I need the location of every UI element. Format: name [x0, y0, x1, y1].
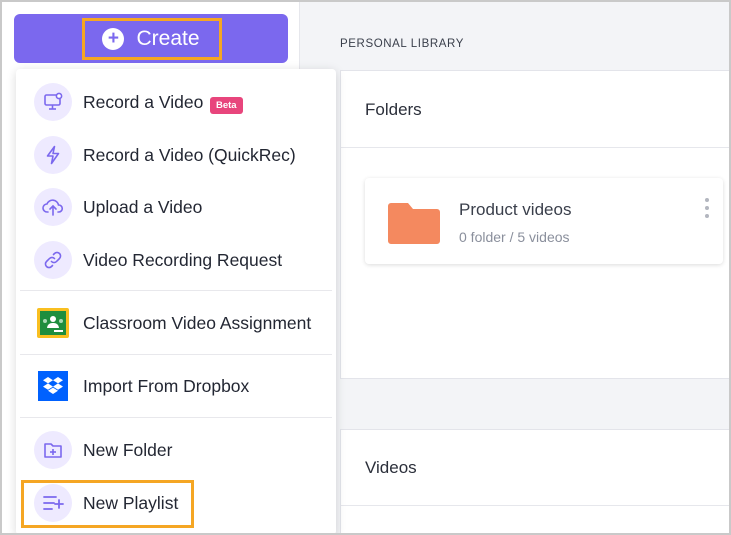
menu-item-video-recording-request[interactable]: Video Recording Request — [16, 234, 336, 286]
menu-item-label: Record a Video (QuickRec) — [83, 144, 296, 165]
menu-item-new-playlist[interactable]: New Playlist — [16, 477, 336, 529]
menu-item-import-dropbox[interactable]: Import From Dropbox — [16, 360, 336, 412]
create-button[interactable]: + Create — [14, 14, 288, 63]
panel-divider — [341, 505, 729, 506]
plus-circle-icon: + — [102, 27, 125, 50]
google-classroom-icon — [37, 308, 69, 338]
menu-divider — [20, 354, 332, 355]
menu-item-new-folder[interactable]: New Folder — [16, 424, 336, 476]
menu-item-label: Upload a Video — [83, 196, 203, 217]
folder-icon — [387, 201, 441, 245]
folder-plus-icon — [34, 431, 72, 469]
menu-item-label: New Folder — [83, 439, 173, 460]
page-title: PERSONAL LIBRARY — [340, 38, 465, 50]
beta-badge: Beta — [210, 97, 243, 114]
videos-heading: Videos — [365, 458, 417, 477]
menu-item-label: Classroom Video Assignment — [83, 312, 312, 333]
menu-divider — [20, 417, 332, 418]
menu-item-record-video-quickrec[interactable]: Record a Video (QuickRec) — [16, 129, 336, 181]
folders-heading: Folders — [365, 100, 422, 119]
link-icon — [34, 241, 72, 279]
folder-card[interactable]: Product videos 0 folder / 5 videos — [365, 178, 723, 264]
monitor-record-icon — [34, 83, 72, 121]
more-options-icon[interactable] — [703, 198, 711, 218]
folder-name: Product videos — [459, 200, 572, 219]
folders-panel: Folders Product videos 0 folder / 5 vide… — [340, 70, 729, 379]
panel-divider — [341, 147, 729, 148]
menu-item-label: Import From Dropbox — [83, 375, 250, 396]
create-button-label: Create — [136, 26, 200, 50]
playlist-add-icon — [34, 484, 72, 522]
folder-meta: 0 folder / 5 videos — [459, 229, 570, 245]
menu-item-label: New Playlist — [83, 492, 179, 513]
app-window: PERSONAL LIBRARY Folders Product videos … — [0, 0, 731, 535]
menu-item-record-video[interactable]: Record a Video Beta — [16, 76, 336, 128]
videos-panel: Videos — [340, 429, 729, 533]
cloud-upload-icon — [34, 188, 72, 226]
menu-item-label: Record a Video — [83, 91, 204, 112]
menu-divider — [20, 290, 332, 291]
menu-item-label: Video Recording Request — [83, 249, 283, 270]
menu-item-classroom-video-assignment[interactable]: Classroom Video Assignment — [16, 297, 336, 349]
create-dropdown-menu: Record a Video Beta Record a Video (Quic… — [16, 69, 336, 533]
menu-item-upload-video[interactable]: Upload a Video — [16, 181, 336, 233]
lightning-bolt-icon — [34, 136, 72, 174]
dropbox-icon — [38, 371, 68, 401]
